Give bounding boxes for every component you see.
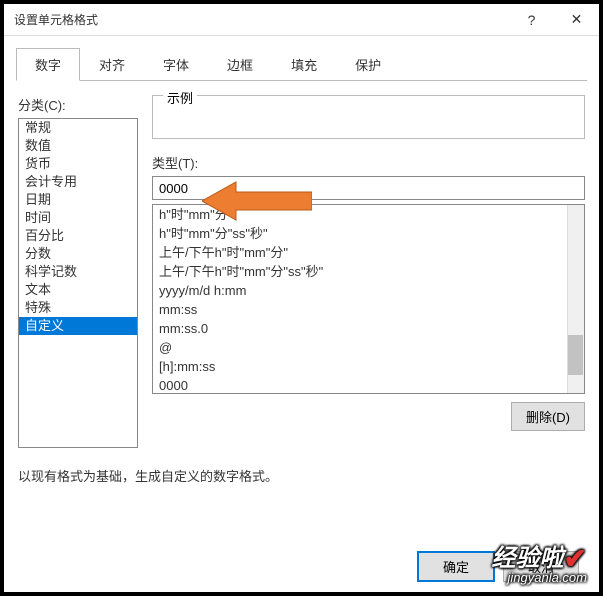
- tab-font[interactable]: 字体: [144, 48, 208, 81]
- help-button[interactable]: ?: [509, 4, 554, 36]
- category-listbox[interactable]: 常规 数值 货币 会计专用 日期 时间 百分比 分数 科学记数 文本 特殊 自定…: [18, 118, 138, 448]
- category-label: 分类(C):: [18, 95, 138, 114]
- check-icon: ✔: [564, 545, 587, 573]
- watermark-line1: 经验啦: [492, 545, 564, 572]
- type-label: 类型(T):: [152, 153, 585, 172]
- delete-button[interactable]: 删除(D): [511, 402, 585, 431]
- list-item[interactable]: yyyy/m/d h:mm: [153, 281, 584, 300]
- tabs: 数字 对齐 字体 边框 填充 保护: [4, 36, 599, 81]
- list-item[interactable]: @: [153, 338, 584, 357]
- tab-border[interactable]: 边框: [208, 48, 272, 81]
- format-cells-dialog: 设置单元格格式 ? ✕ 数字 对齐 字体 边框 填充 保护 分类(C): 常规 …: [4, 4, 599, 592]
- tab-alignment[interactable]: 对齐: [80, 48, 144, 81]
- list-item[interactable]: h"时"mm"分"ss"秒": [153, 224, 584, 243]
- titlebar: 设置单元格格式 ? ✕: [4, 4, 599, 36]
- list-item[interactable]: 常规: [19, 119, 137, 137]
- description-text: 以现有格式为基础，生成自定义的数字格式。: [4, 448, 599, 503]
- list-item[interactable]: mm:ss.0: [153, 319, 584, 338]
- list-item[interactable]: 文本: [19, 281, 137, 299]
- list-item[interactable]: 数值: [19, 137, 137, 155]
- list-item[interactable]: 会计专用: [19, 173, 137, 191]
- right-panel: 示例 类型(T): h"时"mm"分" h"时"mm"分"ss"秒" 上午/下午…: [152, 95, 585, 448]
- list-item[interactable]: 日期: [19, 191, 137, 209]
- scrollbar-thumb[interactable]: [568, 335, 583, 375]
- list-item[interactable]: 上午/下午h"时"mm"分"ss"秒": [153, 262, 584, 281]
- list-item[interactable]: 分数: [19, 245, 137, 263]
- list-item[interactable]: 时间: [19, 209, 137, 227]
- list-item[interactable]: 自定义: [19, 317, 137, 335]
- category-panel: 分类(C): 常规 数值 货币 会计专用 日期 时间 百分比 分数 科学记数 文…: [18, 95, 138, 448]
- list-item[interactable]: h"时"mm"分": [153, 205, 584, 224]
- list-item[interactable]: 上午/下午h"时"mm"分": [153, 243, 584, 262]
- type-input[interactable]: [152, 176, 585, 200]
- list-item[interactable]: 特殊: [19, 299, 137, 317]
- window-title: 设置单元格格式: [14, 11, 98, 28]
- close-button[interactable]: ✕: [554, 4, 599, 36]
- window-buttons: ? ✕: [509, 4, 599, 36]
- list-item[interactable]: 货币: [19, 155, 137, 173]
- tab-protection[interactable]: 保护: [336, 48, 400, 81]
- format-listbox[interactable]: h"时"mm"分" h"时"mm"分"ss"秒" 上午/下午h"时"mm"分" …: [152, 204, 585, 394]
- sample-label: 示例: [163, 88, 197, 107]
- scrollbar-track[interactable]: [567, 205, 584, 393]
- list-item[interactable]: [h]:mm:ss: [153, 357, 584, 376]
- tab-number[interactable]: 数字: [16, 48, 80, 81]
- list-item[interactable]: 0000: [153, 376, 584, 394]
- tab-fill[interactable]: 填充: [272, 48, 336, 81]
- ok-button[interactable]: 确定: [417, 551, 495, 582]
- sample-box: 示例: [152, 95, 585, 139]
- list-item[interactable]: 百分比: [19, 227, 137, 245]
- list-item[interactable]: mm:ss: [153, 300, 584, 319]
- list-item[interactable]: 科学记数: [19, 263, 137, 281]
- dialog-body: 分类(C): 常规 数值 货币 会计专用 日期 时间 百分比 分数 科学记数 文…: [4, 81, 599, 448]
- watermark: 经验啦✔ jingyanla.com: [492, 543, 587, 584]
